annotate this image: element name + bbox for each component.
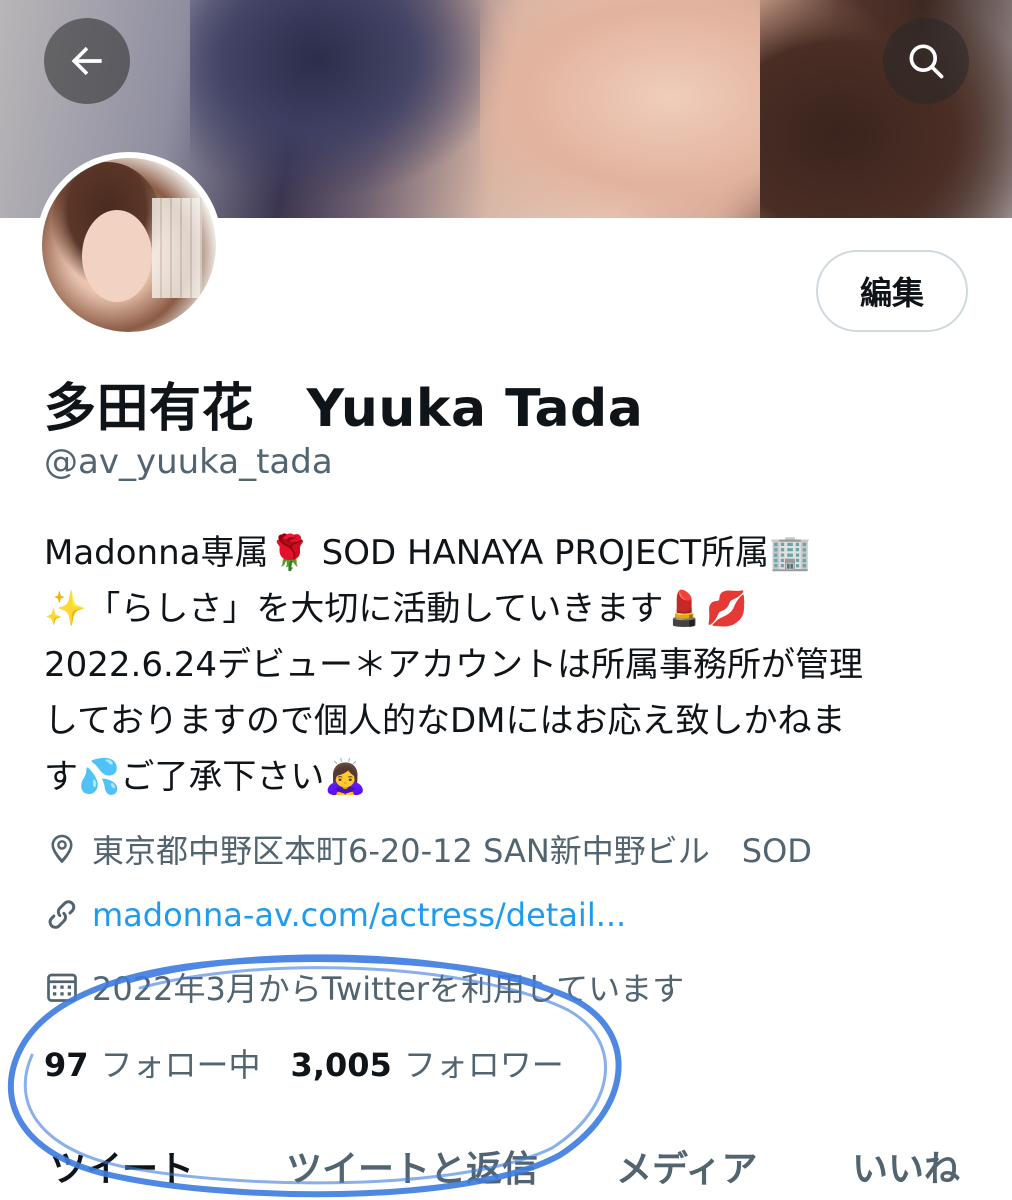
- sweat-droplets-emoji-icon: 💦: [78, 757, 121, 797]
- profile-tabs: ツイート ツイートと返信 メディア いいね: [0, 1130, 1012, 1200]
- tab-tweets[interactable]: ツイート: [50, 1140, 194, 1192]
- tab-likes[interactable]: いいね: [852, 1140, 960, 1192]
- sparkles-emoji-icon: ✨: [44, 589, 87, 629]
- avatar-photo-region: [82, 210, 152, 302]
- website-link[interactable]: madonna-av.com/actress/detail...: [92, 896, 626, 934]
- bio-line: す💦ご了承下さい🙇‍♀️: [44, 749, 974, 805]
- display-name: 多田有花 Yuuka Tada: [44, 379, 644, 439]
- banner-photo-region: [190, 0, 510, 200]
- following-count: 97: [44, 1046, 89, 1084]
- bio-text: SOD HANAYA PROJECT所属: [310, 533, 769, 573]
- followers-count: 3,005: [290, 1046, 392, 1084]
- bio-text: Madonna専属: [44, 533, 269, 573]
- avatar[interactable]: [36, 152, 222, 338]
- following-label: フォロー中: [100, 1046, 261, 1084]
- arrow-left-icon: [71, 46, 102, 76]
- following-link[interactable]: 97 フォロー中: [44, 1040, 261, 1086]
- bio-line: 2022.6.24デビュー＊アカウントは所属事務所が管理: [44, 645, 864, 685]
- followers-label: フォロワー: [403, 1046, 564, 1084]
- lipstick-emoji-icon: 💄: [663, 589, 706, 629]
- profile-location: 東京都中野区本町6-20-12 SAN新中野ビル SOD: [44, 826, 812, 872]
- calendar-icon: [47, 973, 77, 1002]
- profile-website: madonna-av.com/actress/detail...: [44, 896, 626, 934]
- search-button[interactable]: [883, 18, 969, 104]
- edit-profile-button[interactable]: 編集: [816, 250, 968, 332]
- joined-text: 2022年3月からTwitterを利用しています: [92, 970, 685, 1008]
- avatar-photo-region: [152, 198, 202, 298]
- bio-line: Madonna専属🌹 SOD HANAYA PROJECT所属🏢: [44, 525, 974, 581]
- follow-stats: 97 フォロー中 3,005 フォロワー: [44, 1040, 564, 1086]
- banner-photo-region: [760, 0, 1012, 218]
- tab-tweets-and-replies[interactable]: ツイートと返信: [286, 1140, 538, 1192]
- profile-joined-date: 2022年3月からTwitterを利用しています: [44, 964, 684, 1010]
- tab-media[interactable]: メディア: [616, 1140, 757, 1192]
- location-pin-icon: [51, 834, 73, 864]
- back-button[interactable]: [44, 18, 130, 104]
- user-handle: @av_yuuka_tada: [44, 442, 333, 482]
- office-building-emoji-icon: 🏢: [768, 533, 812, 573]
- bowing-woman-emoji-icon: 🙇‍♀️: [324, 757, 367, 797]
- link-icon: [48, 900, 76, 929]
- bio-line: しておりますので個人的なDMにはお応え致しかねま: [44, 701, 846, 741]
- bio-text: す: [44, 757, 78, 797]
- location-text: 東京都中野区本町6-20-12 SAN新中野ビル SOD: [92, 832, 812, 870]
- search-icon: [909, 44, 944, 79]
- bio-text: 「らしさ」を大切に活動していきます: [86, 589, 664, 629]
- bio-line: ✨「らしさ」を大切に活動していきます💄💋: [44, 581, 974, 637]
- profile-bio: Madonna専属🌹 SOD HANAYA PROJECT所属🏢 ✨「らしさ」を…: [44, 525, 974, 805]
- kiss-mark-emoji-icon: 💋: [705, 589, 749, 629]
- rose-emoji-icon: 🌹: [268, 533, 311, 573]
- bio-text: ご了承下さい: [120, 757, 325, 797]
- followers-link[interactable]: 3,005 フォロワー: [291, 1040, 564, 1086]
